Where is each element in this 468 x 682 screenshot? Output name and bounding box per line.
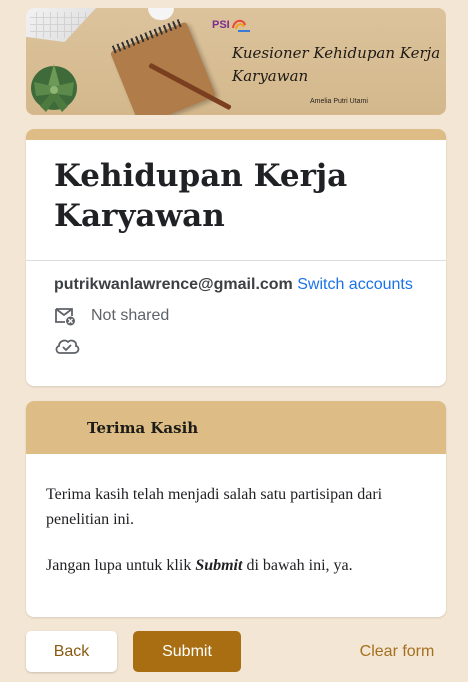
section-paragraph-2: Jangan lupa untuk klik Submit di bawah i… (46, 553, 426, 578)
banner-title-line1: Kuesioner Kehidupan Kerja (232, 44, 441, 62)
account-email: putrikwanlawrence@gmail.com (54, 276, 293, 293)
account-row: putrikwanlawrence@gmail.com Switch accou… (26, 261, 446, 294)
paragraph-2-text-end: di bawah ini, ya. (242, 557, 353, 574)
form-title: Kehidupan Kerja Karyawan (54, 158, 348, 234)
notebook-illustration (110, 21, 216, 115)
paragraph-2-emphasis: Submit (195, 557, 243, 574)
header-banner: PSI Kuesioner Kehidupan Kerja Karyawan A… (26, 8, 446, 115)
banner-author: Amelia Putri Utami (310, 98, 368, 105)
svg-text:PSI: PSI (212, 19, 230, 31)
psi-logo: PSI (212, 19, 250, 32)
paragraph-2-text-start: Jangan lupa untuk klik (46, 557, 196, 574)
section-heading: Terima Kasih (26, 401, 446, 454)
not-shared-label: Not shared (91, 307, 170, 324)
mouse-illustration (148, 8, 174, 20)
section-body: Terima kasih telah menjadi salah satu pa… (26, 454, 446, 578)
keyboard-illustration (26, 8, 96, 42)
banner-title: Kuesioner Kehidupan Kerja Karyawan (232, 42, 442, 88)
submit-button[interactable]: Submit (133, 631, 241, 672)
cloud-done-icon (55, 339, 80, 354)
section-paragraph-1: Terima kasih telah menjadi salah satu pa… (46, 486, 383, 528)
back-button[interactable]: Back (26, 631, 117, 672)
clear-form-button[interactable]: Clear form (348, 631, 446, 672)
mail-not-shared-icon (55, 308, 75, 326)
not-shared-row: Not shared (26, 294, 446, 326)
cloud-status-row (26, 326, 446, 356)
accent-bar (26, 129, 446, 140)
succulent-icon (31, 64, 77, 112)
thank-you-section: Terima Kasih Terima kasih telah menjadi … (26, 401, 446, 617)
banner-title-line2: Karyawan (232, 67, 309, 85)
form-header-card: Kehidupan Kerja Karyawan putrikwanlawren… (26, 129, 446, 386)
switch-accounts-link[interactable]: Switch accounts (297, 276, 413, 293)
